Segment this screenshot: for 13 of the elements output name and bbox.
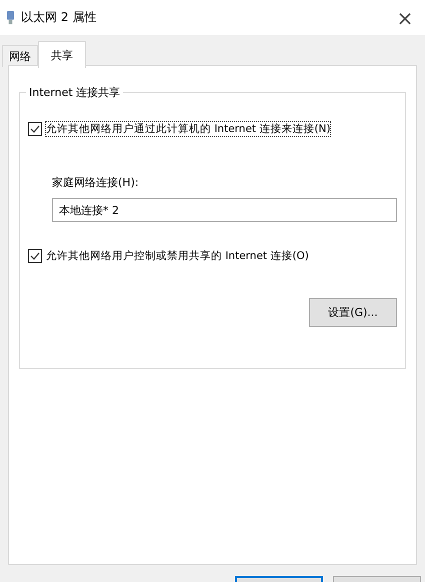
checkbox[interactable]: [28, 249, 42, 263]
tab[interactable]: 网络: [2, 45, 38, 67]
checkbox-label[interactable]: 允许其他网络用户控制或禁用共享的 Internet 连接(O): [45, 248, 310, 264]
close-button[interactable]: ×: [385, 0, 425, 35]
network-adapter-icon: [6, 10, 15, 24]
tab[interactable]: 共享: [38, 41, 86, 68]
field-label: 家庭网络连接(H):: [52, 175, 140, 190]
checkbox[interactable]: [28, 122, 42, 136]
window-title: 以太网 2 属性: [21, 9, 98, 26]
settings-button[interactable]: 设置(G)...: [309, 298, 397, 327]
checkbox-label[interactable]: 允许其他网络用户通过此计算机的 Internet 连接来连接(N): [45, 121, 332, 137]
input-field[interactable]: 本地连接* 2: [52, 198, 397, 222]
group-title: Internet 连接共享: [26, 85, 124, 100]
